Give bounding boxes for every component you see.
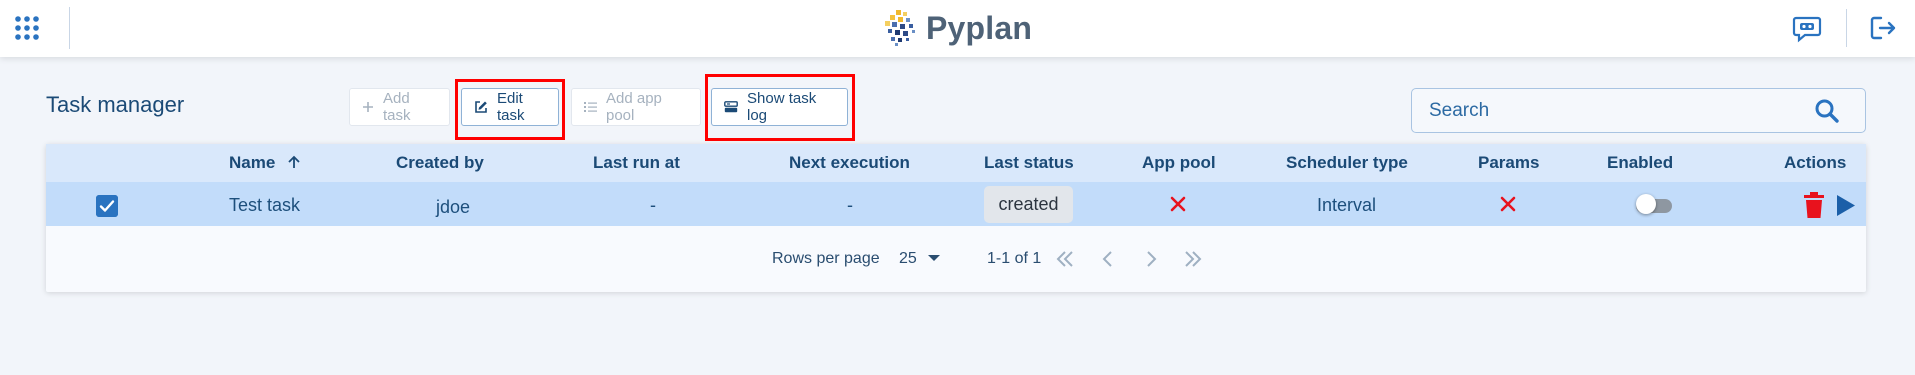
last-run-at-cell: - bbox=[650, 195, 656, 215]
logo[interactable]: Pyplan bbox=[882, 8, 1032, 48]
column-header-app-pool[interactable]: App pool bbox=[1142, 153, 1216, 173]
edit-icon bbox=[474, 100, 488, 114]
search-input[interactable] bbox=[1412, 89, 1809, 132]
column-header-enabled[interactable]: Enabled bbox=[1607, 153, 1673, 173]
show-task-log-label: Show task log bbox=[747, 90, 817, 124]
column-header-last-status[interactable]: Last status bbox=[984, 153, 1074, 173]
play-icon[interactable] bbox=[1836, 194, 1856, 217]
top-divider bbox=[1846, 9, 1847, 47]
rows-per-page-select[interactable]: 25 bbox=[899, 250, 941, 268]
logout-icon[interactable] bbox=[1868, 13, 1898, 43]
apps-grid-icon[interactable] bbox=[14, 15, 40, 41]
rows-per-page-label: Rows per page bbox=[772, 250, 880, 267]
chevron-down-icon bbox=[928, 255, 941, 261]
x-mark-icon bbox=[1500, 196, 1516, 212]
scheduler-type-cell: Interval bbox=[1317, 195, 1377, 215]
last-status-cell: created bbox=[998, 194, 1059, 214]
search-box bbox=[1411, 88, 1866, 133]
sort-up-icon[interactable] bbox=[286, 154, 302, 170]
rows-per-page-value: 25 bbox=[899, 250, 917, 267]
column-header-params[interactable]: Params bbox=[1478, 153, 1539, 173]
column-header-scheduler-type[interactable]: Scheduler type bbox=[1286, 153, 1408, 173]
status-badge: created bbox=[984, 186, 1073, 223]
pagination-range: 1-1 of 1 bbox=[987, 250, 1042, 267]
show-task-log-button[interactable]: Show task log bbox=[711, 88, 848, 126]
next-execution-cell: - bbox=[847, 195, 853, 215]
column-header-next-execution[interactable]: Next execution bbox=[789, 153, 910, 173]
last-page-icon[interactable] bbox=[1181, 247, 1205, 271]
table-header bbox=[46, 144, 1866, 182]
chat-bot-icon[interactable] bbox=[1792, 13, 1822, 43]
next-page-icon[interactable] bbox=[1139, 247, 1163, 271]
list-icon bbox=[584, 101, 597, 113]
add-app-pool-label: Add app pool bbox=[606, 90, 662, 124]
edit-task-button[interactable]: Edit task bbox=[461, 88, 559, 126]
edit-task-label: Edit task bbox=[497, 90, 525, 124]
add-task-button[interactable]: Add task bbox=[349, 88, 450, 126]
top-divider bbox=[69, 7, 70, 49]
created-by-cell: jdoe bbox=[436, 197, 471, 217]
column-header-last-run-at[interactable]: Last run at bbox=[593, 153, 680, 173]
plus-icon bbox=[362, 101, 374, 113]
pyplan-logo-icon bbox=[885, 10, 915, 46]
column-header-name[interactable]: Name bbox=[229, 153, 302, 173]
app-name: Pyplan bbox=[926, 9, 1033, 46]
page-title: Task manager bbox=[46, 92, 185, 117]
column-header-created-by[interactable]: Created by bbox=[396, 153, 484, 173]
search-icon[interactable] bbox=[1814, 98, 1840, 124]
x-mark-icon bbox=[1170, 196, 1186, 212]
checkbox-checked-icon[interactable] bbox=[96, 195, 118, 217]
task-name-cell: Test task bbox=[229, 195, 301, 215]
column-header-actions: Actions bbox=[1784, 153, 1847, 172]
prev-page-icon[interactable] bbox=[1096, 247, 1120, 271]
toggle-knob bbox=[1636, 194, 1656, 214]
add-task-label: Add task bbox=[383, 90, 411, 124]
add-app-pool-button[interactable]: Add app pool bbox=[571, 88, 701, 126]
table-row[interactable] bbox=[46, 182, 1866, 226]
task-log-icon bbox=[724, 101, 738, 113]
trash-icon[interactable] bbox=[1803, 192, 1825, 218]
first-page-icon[interactable] bbox=[1053, 247, 1077, 271]
